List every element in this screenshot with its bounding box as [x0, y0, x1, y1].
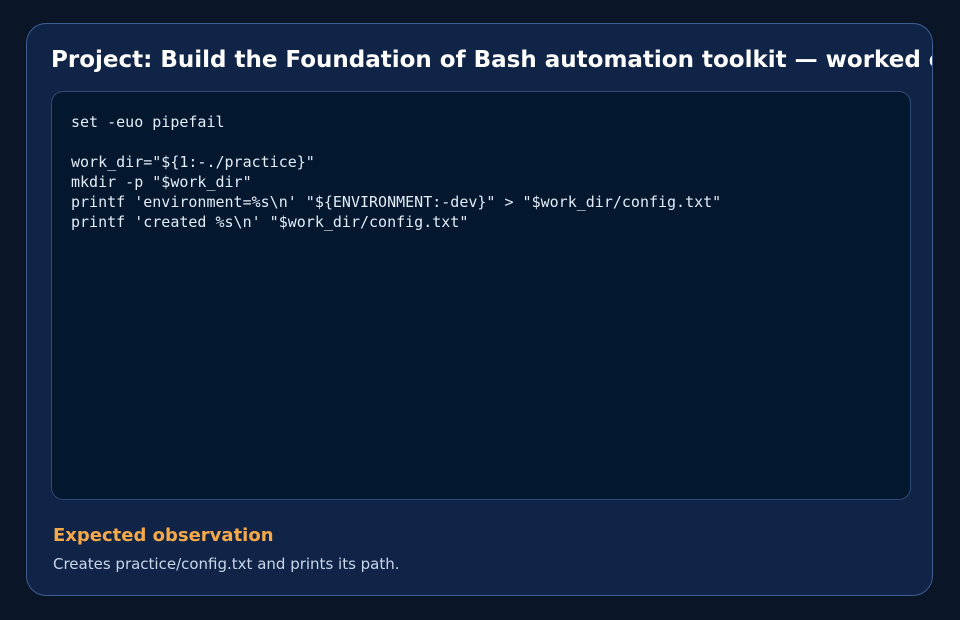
observation-heading: Expected observation: [53, 525, 274, 546]
card-title: Project: Build the Foundation of Bash au…: [51, 47, 932, 73]
code-block[interactable]: set -euo pipefail work_dir="${1:-./pract…: [51, 91, 911, 500]
code-text[interactable]: set -euo pipefail work_dir="${1:-./pract…: [71, 112, 891, 232]
example-card: Project: Build the Foundation of Bash au…: [26, 23, 933, 596]
observation-text: Creates practice/config.txt and prints i…: [53, 555, 400, 573]
